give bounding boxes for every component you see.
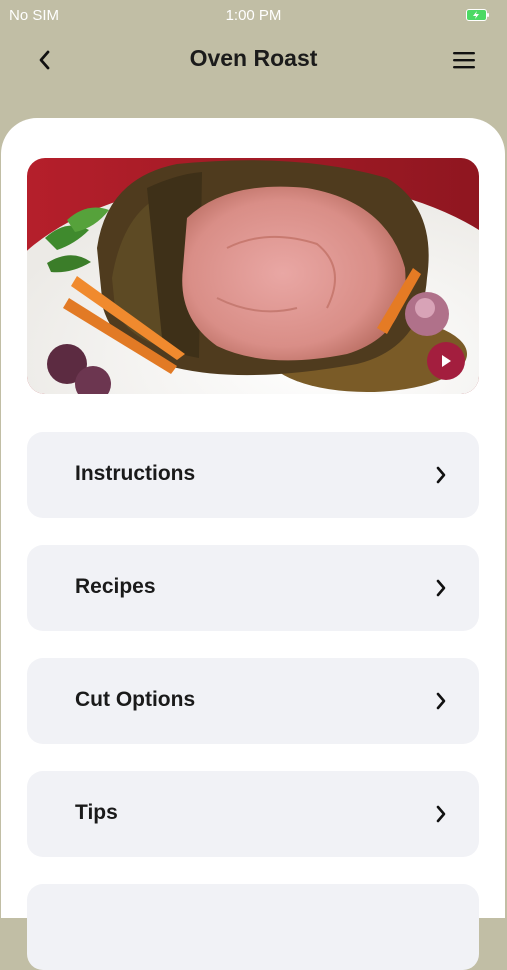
chevron-right-icon (436, 466, 446, 484)
menu-button[interactable] (447, 44, 481, 76)
hamburger-menu-icon (453, 52, 475, 69)
play-icon (442, 355, 451, 367)
menu-item-label: Tips (75, 801, 118, 824)
page-title: Oven Roast (189, 45, 318, 71)
clock: 1:00 PM (225, 7, 282, 24)
battery-icon (466, 9, 489, 21)
menu-item-cut-options[interactable]: Cut Options (27, 658, 479, 744)
chevron-right-icon (436, 579, 446, 597)
menu-item-partial[interactable] (27, 884, 479, 970)
content-sheet: Instructions Recipes Cut Options Tips (1, 118, 505, 970)
menu-item-label: Instructions (75, 462, 196, 485)
menu-item-instructions[interactable]: Instructions (27, 432, 479, 518)
menu-item-label: Cut Options (75, 688, 196, 711)
navigation-bar: Oven Roast (0, 32, 507, 88)
menu-item-tips[interactable]: Tips (27, 771, 479, 857)
hero-media[interactable] (27, 158, 479, 394)
oven-roast-photo (27, 158, 479, 394)
menu-item-recipes[interactable]: Recipes (27, 545, 479, 631)
chevron-right-icon (436, 805, 446, 823)
status-bar: No SIM 1:00 PM (0, 0, 507, 32)
menu-item-label: Recipes (75, 575, 156, 598)
play-video-button[interactable] (427, 342, 465, 380)
chevron-right-icon (436, 692, 446, 710)
